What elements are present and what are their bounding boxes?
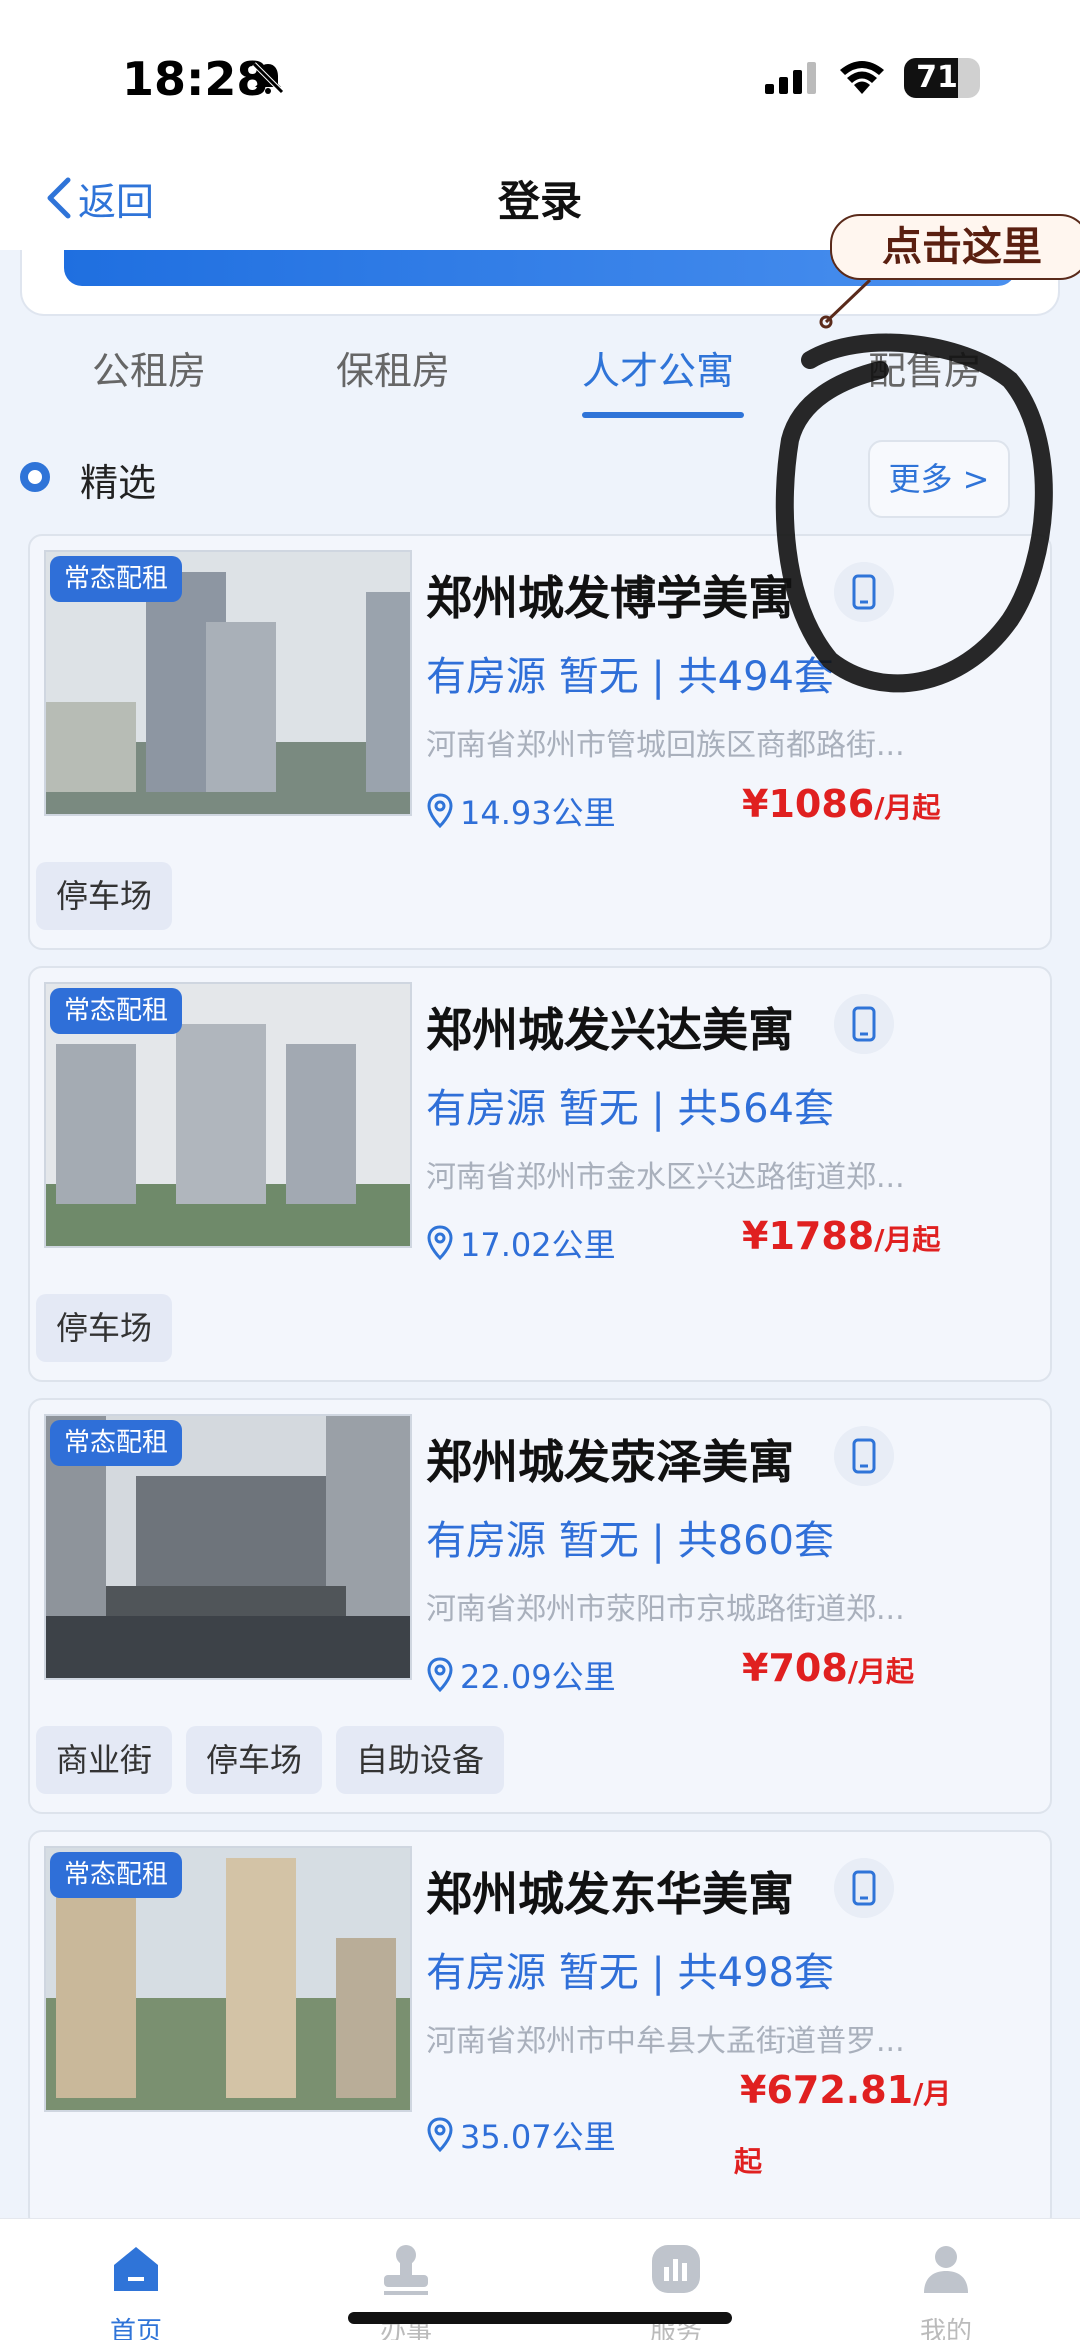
listing-availability: 有房源 暂无 | 共860套 [426, 1518, 834, 1564]
listing-distance-text: 22.09公里 [460, 1658, 616, 1696]
listing-distance: 22.09公里 [426, 1652, 616, 1698]
rental-type-badge: 常态配租 [50, 1852, 183, 1898]
section-marker-icon [20, 462, 50, 492]
location-pin-icon [427, 1657, 453, 1693]
listing-price-unit: /月起 [847, 1655, 914, 1688]
tab-affordable-rental[interactable]: 保租房 [336, 340, 450, 395]
listing-availability: 有房源 暂无 | 共564套 [426, 1086, 834, 1132]
listing-price-unit: /月起 [874, 791, 941, 824]
wifi-icon [840, 61, 884, 94]
status-bar: 18:28 71 [0, 0, 1080, 150]
listing-card[interactable]: 常态配租 郑州城发兴达美寓 有房源 暂无 | 共564套 河南省郑州市金水区兴达… [28, 966, 1052, 1382]
phone-icon[interactable] [834, 1858, 894, 1918]
home-icon [114, 2247, 158, 2291]
listing-price: ¥1788/月起 [742, 1214, 940, 1258]
annotation-text: 点击这里 [882, 224, 1042, 270]
battery-text: 71 [916, 60, 958, 95]
facility-tag: 停车场 [36, 1294, 173, 1362]
listing-card[interactable]: 常态配租 郑州城发荥泽美寓 有房源 暂无 | 共860套 河南省郑州市荥阳市京城… [28, 1398, 1052, 1814]
bell-off-icon [252, 62, 284, 94]
listing-price-unit: /月起 [874, 1223, 941, 1256]
home-indicator[interactable] [348, 2312, 732, 2324]
listing-price-unit: /月 [913, 2077, 952, 2110]
listing-price-unit-wrap: 起 [734, 2145, 763, 2178]
bottom-nav-label: 首页 [109, 2317, 162, 2340]
active-tab-indicator [582, 412, 744, 418]
bottom-nav-label: 我的 [919, 2317, 972, 2340]
listing-availability: 有房源 暂无 | 共498套 [426, 1950, 834, 1996]
listing-name: 郑州城发荥泽美寓 [426, 1435, 794, 1489]
listing-photo: 常态配租 [44, 1846, 412, 2112]
listing-price: ¥708/月起 [742, 1646, 914, 1690]
listing-distance: 35.07公里 [426, 2112, 616, 2158]
listing-price: ¥1086/月起 [742, 782, 940, 826]
listing-photo: 常态配租 [44, 1414, 412, 1680]
listing-price-value: ¥1086 [742, 782, 875, 826]
user-icon [924, 2246, 968, 2293]
listing-price: ¥672.81/月 [740, 2068, 951, 2112]
phone-icon[interactable] [834, 994, 894, 1054]
listing-photo: 常态配租 [44, 550, 412, 816]
listing-name: 郑州城发兴达美寓 [426, 1003, 794, 1057]
facility-tag: 停车场 [186, 1726, 323, 1794]
listing-distance-text: 35.07公里 [460, 2118, 616, 2156]
listing-price-value: ¥1788 [742, 1214, 875, 1258]
facility-tag: 自助设备 [336, 1726, 505, 1794]
listing-distance-text: 17.02公里 [460, 1226, 616, 1264]
housing-type-tabs: 公租房 保租房 人才公寓 配售房 [0, 330, 1080, 420]
listing-distance: 17.02公里 [426, 1220, 616, 1266]
location-pin-icon [427, 2117, 453, 2153]
rental-type-badge: 常态配租 [50, 556, 183, 602]
rental-type-badge: 常态配租 [50, 1420, 183, 1466]
listing-card[interactable]: 常态配租 郑州城发博学美寓 有房源 暂无 | 共494套 河南省郑州市管城回族区… [28, 534, 1052, 950]
featured-section-header: 精选 更多 > [0, 440, 1080, 520]
listing-tags: 停车场 [36, 862, 186, 930]
listing-address: 河南省郑州市金水区兴达路街道郑... [426, 1160, 905, 1195]
listing-distance: 14.93公里 [426, 788, 616, 834]
listing-price-value: ¥672.81 [740, 2068, 914, 2112]
phone-icon[interactable] [834, 1426, 894, 1486]
facility-tag: 停车场 [36, 862, 173, 930]
tab-public-rental[interactable]: 公租房 [92, 340, 206, 395]
location-pin-icon [427, 793, 453, 829]
listing-tags: 商业街 停车场 自助设备 [36, 1726, 518, 1794]
listing-tags: 停车场 [36, 1294, 186, 1362]
stamp-icon [384, 2245, 428, 2295]
chart-icon [652, 2245, 700, 2293]
listing-distance-text: 14.93公里 [460, 794, 616, 832]
rental-type-badge: 常态配租 [50, 988, 183, 1034]
phone-icon[interactable] [834, 562, 894, 622]
section-title: 精选 [80, 461, 157, 505]
tab-sale-housing[interactable]: 配售房 [868, 340, 982, 395]
status-time: 18:28 [122, 52, 269, 106]
listing-price-value: ¥708 [742, 1646, 848, 1690]
signal-icon [765, 62, 816, 94]
listing-photo: 常态配租 [44, 982, 412, 1248]
listing-availability: 有房源 暂无 | 共494套 [426, 654, 834, 700]
more-button[interactable]: 更多 > [868, 440, 1010, 518]
tab-talent-apartment[interactable]: 人才公寓 [582, 340, 734, 395]
listing-address: 河南省郑州市管城回族区商都路街... [426, 728, 905, 763]
battery-icon: 71 [904, 58, 980, 98]
listing-name: 郑州城发东华美寓 [426, 1867, 794, 1921]
location-pin-icon [427, 1225, 453, 1261]
listing-address: 河南省郑州市荥阳市京城路街道郑... [426, 1592, 905, 1627]
listing-address: 河南省郑州市中牟县大孟街道普罗... [426, 2024, 905, 2059]
listing-name: 郑州城发博学美寓 [426, 571, 794, 625]
facility-tag: 商业街 [36, 1726, 173, 1794]
listing-card[interactable]: 常态配租 郑州城发东华美寓 有房源 暂无 | 共498套 河南省郑州市中牟县大孟… [28, 1830, 1052, 2230]
annotation-bubble: 点击这里 [830, 214, 1080, 280]
